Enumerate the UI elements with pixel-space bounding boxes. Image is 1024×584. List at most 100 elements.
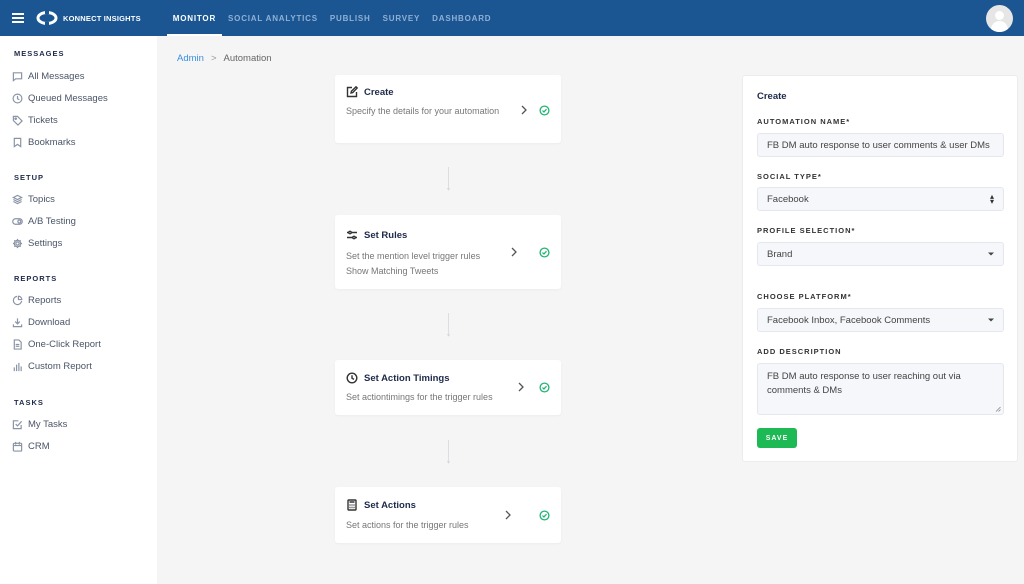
automation-name-value: FB DM auto response to user comments & u… xyxy=(767,139,990,151)
step-title-text: Set Rules xyxy=(364,229,408,241)
sidebar-item-label: One-Click Report xyxy=(28,339,101,350)
gear-icon xyxy=(12,238,23,249)
sidebar-section-messages: MESSAGES xyxy=(14,49,65,58)
chevron-right-icon[interactable] xyxy=(504,510,512,520)
chevron-right-icon[interactable] xyxy=(510,247,518,257)
pie-chart-icon xyxy=(12,295,23,306)
main-nav: MONITOR SOCIAL ANALYTICS PUBLISH SURVEY … xyxy=(166,0,498,36)
choose-platform-dropdown[interactable]: Facebook Inbox, Facebook Comments xyxy=(757,308,1004,332)
check-circle-icon xyxy=(539,247,550,258)
sidebar-item-crm[interactable]: CRM xyxy=(12,441,50,452)
brand-name: KONNECT INSIGHTS xyxy=(63,13,141,23)
social-type-value: Facebook xyxy=(767,193,809,205)
breadcrumb: Admin > Automation xyxy=(177,53,272,64)
step-title-text: Set Action Timings xyxy=(364,372,450,384)
sidebar-item-label: Settings xyxy=(28,238,63,249)
step-set-rules-card[interactable]: Set Rules Set the mention level trigger … xyxy=(335,215,561,289)
sidebar-item-download[interactable]: Download xyxy=(12,317,70,328)
step-create-card[interactable]: Create Specify the details for your auto… xyxy=(335,75,561,143)
check-circle-icon xyxy=(539,510,550,521)
breadcrumb-admin-link[interactable]: Admin xyxy=(177,53,204,64)
bar-chart-icon xyxy=(13,362,22,372)
breadcrumb-separator: > xyxy=(210,53,217,64)
social-type-select[interactable]: Facebook ▴ ▾ xyxy=(757,187,1004,211)
choose-platform-label: CHOOSE PLATFORM* xyxy=(757,292,852,301)
sidebar-item-ab-testing[interactable]: A/B Testing xyxy=(12,216,76,227)
step-set-action-timings-card[interactable]: Set Action Timings Set actiontimings for… xyxy=(335,360,561,415)
sidebar-item-one-click-report[interactable]: One-Click Report xyxy=(12,339,101,350)
step-title: Set Actions xyxy=(346,499,416,511)
sidebar-item-label: A/B Testing xyxy=(28,216,76,227)
profile-selection-label: PROFILE SELECTION* xyxy=(757,226,856,235)
sidebar-item-label: Queued Messages xyxy=(28,93,108,104)
top-navigation-bar: KONNECT INSIGHTS MONITOR SOCIAL ANALYTIC… xyxy=(0,0,1024,36)
sidebar-item-all-messages[interactable]: All Messages xyxy=(12,71,85,82)
nav-publish[interactable]: PUBLISH xyxy=(324,0,377,36)
sidebar-item-label: Custom Report xyxy=(28,361,92,372)
sidebar-item-my-tasks[interactable]: My Tasks xyxy=(12,419,67,430)
step-title-text: Create xyxy=(364,86,394,98)
clock-icon xyxy=(12,93,23,104)
check-circle-icon xyxy=(539,382,550,393)
sidebar-item-label: CRM xyxy=(28,441,50,452)
hamburger-menu-icon[interactable] xyxy=(12,13,24,23)
sidebar-item-bookmarks[interactable]: Bookmarks xyxy=(12,137,76,148)
automation-name-label: AUTOMATION NAME* xyxy=(757,117,851,126)
sidebar-item-label: Reports xyxy=(28,295,62,306)
chevron-down-icon xyxy=(988,318,994,322)
brand-logo[interactable]: KONNECT INSIGHTS xyxy=(36,11,141,25)
chevron-down-icon xyxy=(988,252,994,256)
tag-icon xyxy=(12,115,23,126)
download-icon xyxy=(12,318,23,328)
nav-dashboard[interactable]: DASHBOARD xyxy=(426,0,497,36)
create-automation-form: Create AUTOMATION NAME* FB DM auto respo… xyxy=(742,75,1018,462)
nav-monitor[interactable]: MONITOR xyxy=(166,0,223,36)
step-set-actions-card[interactable]: Set Actions Set actions for the trigger … xyxy=(335,487,561,543)
konnect-logo-icon xyxy=(36,11,58,25)
step-description-line: Set the mention level trigger rules xyxy=(346,251,481,261)
add-description-label: ADD DESCRIPTION xyxy=(757,347,842,356)
sidebar-item-queued-messages[interactable]: Queued Messages xyxy=(12,93,108,104)
chevron-right-icon[interactable] xyxy=(517,382,525,392)
flow-arrow-down-icon xyxy=(447,313,450,337)
nav-social-analytics[interactable]: SOCIAL ANALYTICS xyxy=(222,0,324,36)
sidebar-section-reports: REPORTS xyxy=(14,274,58,283)
select-updown-icon: ▴ ▾ xyxy=(989,192,994,206)
resize-handle-icon[interactable] xyxy=(995,406,1001,412)
step-description: Specify the details for your automation xyxy=(346,106,500,116)
sidebar-item-label: Topics xyxy=(28,194,55,205)
nav-survey[interactable]: SURVEY xyxy=(377,0,427,36)
calculator-icon xyxy=(347,499,357,511)
save-button[interactable]: SAVE xyxy=(757,428,797,448)
sidebar-item-reports[interactable]: Reports xyxy=(12,295,61,306)
breadcrumb-current: Automation xyxy=(223,53,272,64)
step-description: Set actions for the trigger rules xyxy=(346,520,469,530)
description-textarea[interactable]: FB DM auto response to user reaching out… xyxy=(757,363,1004,415)
sidebar-item-topics[interactable]: Topics xyxy=(12,194,55,205)
show-matching-tweets-text: Show Matching Tweets xyxy=(346,265,439,276)
check-circle-icon xyxy=(539,105,550,116)
chevron-right-icon[interactable] xyxy=(520,105,528,115)
calendar-icon xyxy=(12,441,23,452)
edit-icon xyxy=(346,86,358,98)
chat-icon xyxy=(12,72,23,82)
step-description: Set actiontimings for the trigger rules xyxy=(346,392,493,402)
step-title: Set Rules xyxy=(346,229,407,241)
document-icon xyxy=(13,339,22,350)
automation-name-input[interactable]: FB DM auto response to user comments & u… xyxy=(757,133,1004,157)
profile-selection-value: Brand xyxy=(767,248,793,260)
sidebar-item-label: Tickets xyxy=(28,115,58,126)
step-description: Set the mention level trigger rules Show… xyxy=(346,249,526,278)
sidebar-item-tickets[interactable]: Tickets xyxy=(12,115,58,126)
sliders-icon xyxy=(347,230,357,240)
sidebar-item-settings[interactable]: Settings xyxy=(12,238,62,249)
profile-selection-dropdown[interactable]: Brand xyxy=(757,242,1004,266)
avatar-head xyxy=(995,11,1004,20)
sidebar-item-custom-report[interactable]: Custom Report xyxy=(12,361,92,372)
sidebar: MESSAGES All Messages Queued Messages Ti… xyxy=(0,36,157,584)
avatar-body xyxy=(991,21,1008,32)
user-avatar[interactable] xyxy=(986,5,1013,32)
checkbox-icon xyxy=(12,420,23,430)
layers-icon xyxy=(12,194,23,205)
sidebar-item-label: All Messages xyxy=(28,71,85,82)
